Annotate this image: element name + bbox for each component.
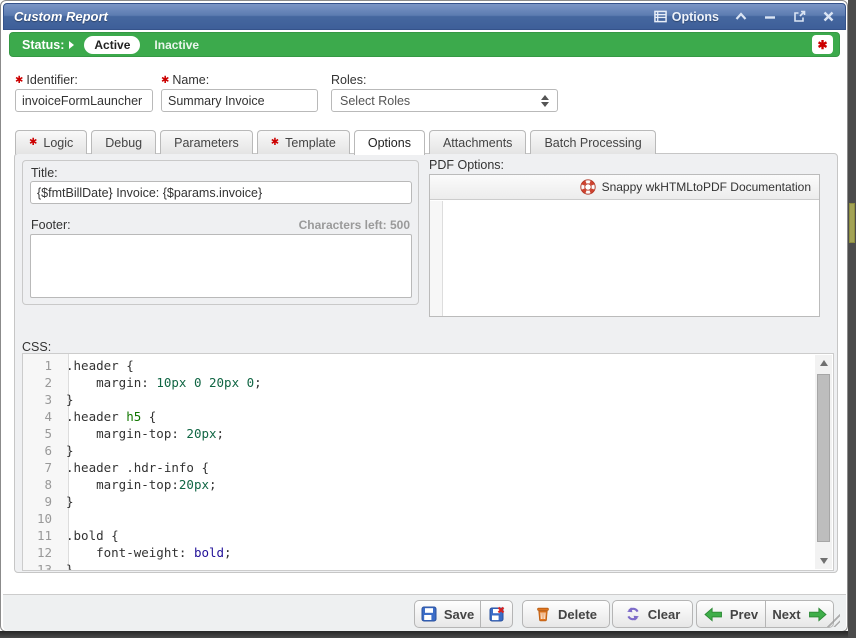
css-code-lines: 1.header {2 margin: 10px 0 20px 0;3}4.he…	[23, 357, 813, 571]
refresh-icon	[625, 606, 641, 622]
pdf-options-panel: Snappy wkHTMLtoPDF Documentation	[429, 174, 820, 317]
required-marker: ✱	[271, 137, 279, 148]
arrow-left-icon	[704, 607, 723, 622]
identifier-label: ✱Identifier:	[15, 73, 78, 87]
title-bar: Custom Report Options	[3, 3, 846, 30]
code-line: 1.header {	[23, 357, 813, 374]
code-line: 3}	[23, 391, 813, 408]
title-field-label: Title:	[31, 166, 58, 180]
close-button[interactable]	[821, 10, 835, 24]
tab-logic[interactable]: ✱Logic	[15, 130, 87, 154]
name-input[interactable]	[161, 89, 318, 112]
save-icon	[421, 606, 437, 622]
required-marker: ✱	[161, 75, 169, 86]
minus-icon	[764, 11, 776, 23]
pdf-doc-link-label: Snappy wkHTMLtoPDF Documentation	[602, 180, 811, 194]
triangle-down-icon	[820, 558, 828, 564]
roles-select[interactable]: Select Roles	[331, 89, 558, 112]
name-label: ✱Name:	[161, 73, 209, 87]
arrow-right-icon	[808, 607, 827, 622]
required-badge: ✱	[812, 35, 833, 54]
code-line: 6}	[23, 442, 813, 459]
title-footer-group: Title: Footer: Characters left: 500	[22, 160, 419, 305]
browser-scrollbar-strip[interactable]	[848, 0, 856, 638]
trash-icon	[535, 606, 551, 622]
tab-strip: ✱Logic Debug Parameters ✱Template Option…	[15, 130, 656, 154]
scroll-up-button[interactable]	[815, 355, 832, 371]
options-menu-button[interactable]: Options	[654, 10, 719, 24]
pdf-options-label: PDF Options:	[429, 158, 504, 172]
css-field-label: CSS:	[22, 340, 51, 354]
next-button[interactable]: Next	[765, 600, 834, 628]
pdf-doc-link[interactable]: Snappy wkHTMLtoPDF Documentation	[430, 175, 819, 200]
identifier-input[interactable]	[15, 89, 153, 112]
save-cancel-icon	[489, 606, 505, 622]
status-active-button[interactable]: Active	[84, 36, 140, 54]
prev-button[interactable]: Prev	[696, 600, 765, 628]
css-editor-scrollbar[interactable]	[815, 355, 832, 569]
code-line: 9}	[23, 493, 813, 510]
tab-template[interactable]: ✱Template	[257, 130, 350, 154]
scrollbar-marker	[849, 203, 855, 243]
delete-button[interactable]: Delete	[522, 600, 610, 628]
css-code-editor[interactable]: 1.header {2 margin: 10px 0 20px 0;3}4.he…	[22, 353, 834, 571]
code-line: 5 margin-top: 20px;	[23, 425, 813, 442]
code-line: 13}	[23, 561, 813, 571]
life-buoy-icon	[580, 179, 596, 195]
triangle-up-icon	[820, 360, 828, 366]
popout-button[interactable]	[792, 10, 806, 24]
chevron-up-icon	[735, 12, 747, 21]
status-inactive-button[interactable]: Inactive	[154, 38, 199, 52]
window-title: Custom Report	[14, 9, 108, 24]
scroll-down-button[interactable]	[815, 553, 832, 569]
save-close-button[interactable]	[480, 600, 513, 628]
status-label: Status:	[22, 38, 64, 52]
bottom-edge-strip	[0, 631, 848, 638]
tab-debug[interactable]: Debug	[91, 130, 156, 154]
status-bar: Status: Active Inactive ✱	[9, 32, 840, 57]
tab-parameters[interactable]: Parameters	[160, 130, 253, 154]
code-line: 4.header h5 {	[23, 408, 813, 425]
code-line: 7.header .hdr-info {	[23, 459, 813, 476]
external-link-icon	[793, 10, 806, 23]
code-line: 11.bold {	[23, 527, 813, 544]
pdf-editor-gutter	[430, 201, 443, 316]
code-line: 12 font-weight: bold;	[23, 544, 813, 561]
code-line: 2 margin: 10px 0 20px 0;	[23, 374, 813, 391]
characters-left-counter: Characters left: 500	[299, 218, 410, 232]
list-icon	[654, 10, 667, 23]
code-line: 10	[23, 510, 813, 527]
tab-batch-processing[interactable]: Batch Processing	[530, 130, 655, 154]
tab-attachments[interactable]: Attachments	[429, 130, 526, 154]
collapse-button[interactable]	[734, 10, 748, 24]
footer-toolbar: Save Delete Clear Prev Next	[3, 594, 846, 631]
clear-button[interactable]: Clear	[612, 600, 693, 628]
roles-selected-value: Select Roles	[340, 94, 410, 108]
roles-label: Roles:	[331, 73, 366, 87]
options-menu-label: Options	[672, 10, 719, 24]
custom-report-dialog: Custom Report Options Status: Active Ina	[0, 0, 848, 632]
required-marker: ✱	[15, 75, 23, 86]
code-line: 8 margin-top:20px;	[23, 476, 813, 493]
close-icon	[823, 11, 834, 22]
pdf-options-editor[interactable]	[430, 201, 819, 316]
scrollbar-thumb[interactable]	[817, 374, 830, 542]
footer-field-label: Footer:	[31, 218, 71, 232]
save-button[interactable]: Save	[414, 600, 480, 628]
required-marker: ✱	[29, 137, 37, 148]
minimize-button[interactable]	[763, 10, 777, 24]
caret-right-icon	[69, 41, 74, 49]
footer-textarea[interactable]	[30, 234, 412, 298]
options-tab-panel: Title: Footer: Characters left: 500 PDF …	[14, 153, 838, 573]
select-stepper-icon	[541, 95, 549, 107]
title-input[interactable]	[30, 181, 412, 204]
tab-options[interactable]: Options	[354, 130, 425, 155]
